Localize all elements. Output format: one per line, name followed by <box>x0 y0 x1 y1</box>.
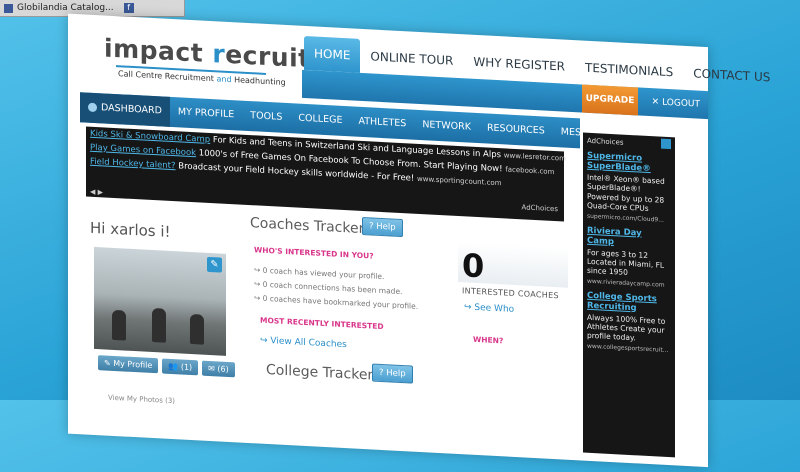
view-all-coaches-link[interactable]: ↪ View All Coaches <box>260 336 347 351</box>
logout-button[interactable]: ✕ LOGOUT <box>652 88 700 119</box>
adchoices-icon[interactable] <box>661 138 671 150</box>
subnav-dashboard[interactable]: DASHBOARD <box>80 92 170 127</box>
messages-button[interactable]: ✉ (6) <box>202 360 235 378</box>
subnav-college[interactable]: COLLEGE <box>290 103 350 136</box>
close-icon: ✕ <box>651 97 660 108</box>
nav-online-tour[interactable]: ONLINE TOUR <box>360 39 463 78</box>
pencil-icon[interactable]: ✎ <box>207 256 222 273</box>
when-heading: WHEN? <box>473 334 504 346</box>
user-icon <box>88 102 97 113</box>
side-ad-body: Always 100% Free to Athletes Create your… <box>587 312 666 343</box>
college-help-button[interactable]: ? Help <box>372 363 413 384</box>
most-recent-heading: MOST RECENTLY INTERESTED <box>260 315 384 332</box>
ad-url[interactable]: www.sportingcount.com <box>417 175 502 187</box>
ad-pager[interactable]: ◀ ▶ <box>90 188 103 197</box>
ad-link[interactable]: Field Hockey talent? <box>90 157 176 171</box>
side-ad-body: For ages 3 to 12 Located in Miami, FL si… <box>587 247 665 278</box>
logo-word-ecruit: ecruit <box>225 39 311 74</box>
subnav-athletes[interactable]: ATHLETES <box>350 106 414 139</box>
profile-actions: ✎ My Profile 👥 (1) ✉ (6) <box>98 355 235 378</box>
subnav-tools[interactable]: TOOLS <box>242 101 290 134</box>
nav-contact-us[interactable]: CONTACT US <box>683 56 780 95</box>
envelope-icon: ✉ <box>208 363 215 374</box>
stat-viewed: ↪ 0 coach has viewed your profile. <box>254 265 385 282</box>
upgrade-button[interactable]: UPGRADE <box>582 84 638 116</box>
adchoices-label[interactable]: AdChoices <box>587 133 671 149</box>
coaches-tracker-title: Coaches Tracker <box>250 215 365 238</box>
site-logo[interactable]: impact recruit Call Centre Recruitment a… <box>104 33 311 88</box>
stat-bookmarked: ↪ 0 coaches have bookmarked your profile… <box>254 293 419 311</box>
profile-photo: ✎ <box>94 246 226 356</box>
side-ad-title[interactable]: Riviera Day Camp <box>587 225 671 249</box>
my-profile-button[interactable]: ✎ My Profile <box>98 355 159 374</box>
interested-label: INTERESTED COACHES <box>462 286 559 301</box>
subnav-network[interactable]: NETWORK <box>414 110 479 143</box>
nav-why-register[interactable]: WHY REGISTER <box>463 44 575 84</box>
logout-label: LOGOUT <box>662 97 700 110</box>
connections-button[interactable]: 👥 (1) <box>162 358 199 376</box>
logo-word-impact: impact <box>104 33 213 69</box>
coaches-help-button[interactable]: ? Help <box>362 216 403 238</box>
tilted-stage: impact recruit Call Centre Recruitment a… <box>0 0 800 468</box>
whos-interested-heading: WHO'S INTERESTED IN YOU? <box>254 245 374 261</box>
subnav-my-profile[interactable]: MY PROFILE <box>170 97 242 131</box>
ad-url[interactable]: www.lesretor.com <box>504 151 566 162</box>
logo-letter-r: r <box>212 39 226 69</box>
nav-testimonials[interactable]: TESTIMONIALS <box>575 50 683 90</box>
greeting: Hi xarlos i! <box>90 218 171 241</box>
side-ads: AdChoices Supermicro SuperBlade® Intel® … <box>583 132 675 458</box>
see-who-link[interactable]: ↪ See Who <box>464 302 514 315</box>
web-page: impact recruit Call Centre Recruitment a… <box>68 13 770 468</box>
side-ad-title[interactable]: College Sports Recruiting <box>587 290 671 314</box>
adchoices-label[interactable]: AdChoices <box>522 203 558 213</box>
ad-url[interactable]: facebook.com <box>505 165 554 176</box>
my-photos-link[interactable]: View My Photos (3) <box>108 394 175 406</box>
people-icon: 👥 <box>168 361 179 372</box>
side-ad-body: Intel® Xeon® based SuperBlade®! Powered … <box>587 172 665 214</box>
pencil-icon: ✎ <box>104 358 111 368</box>
nav-home[interactable]: HOME <box>304 35 361 73</box>
interested-coaches-box: 0 INTERESTED COACHES <box>458 242 568 300</box>
college-tracker-title: College Tracker <box>266 361 374 384</box>
interested-count: 0 <box>462 246 485 286</box>
subnav-resources[interactable]: RESOURCES <box>479 113 553 147</box>
side-ad-title[interactable]: Supermicro SuperBlade® <box>587 151 671 175</box>
